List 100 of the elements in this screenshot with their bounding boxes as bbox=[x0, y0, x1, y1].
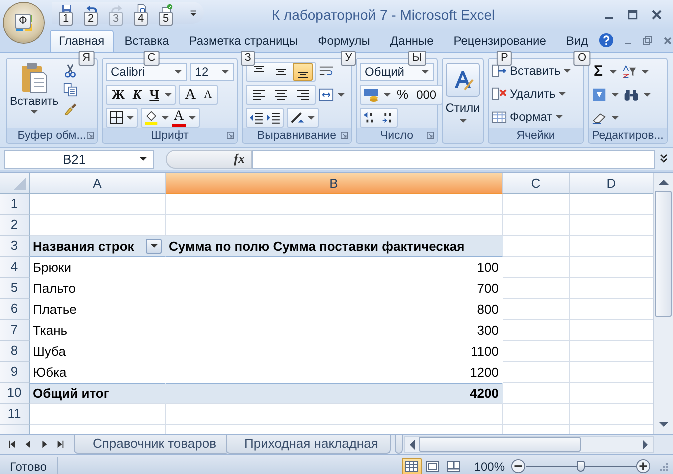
delete-cells-button[interactable]: Удалить bbox=[492, 84, 580, 104]
sheet-tab[interactable]: Приходная накладная bbox=[226, 435, 392, 454]
insert-function-button[interactable]: fx bbox=[234, 151, 245, 167]
zoom-slider[interactable] bbox=[526, 458, 636, 474]
paste-button[interactable]: Вставить bbox=[10, 62, 59, 128]
caret-icon[interactable] bbox=[612, 92, 619, 98]
caret-icon[interactable] bbox=[162, 116, 169, 120]
caret-icon[interactable] bbox=[127, 116, 134, 120]
sort-filter-icon[interactable] bbox=[622, 65, 638, 79]
cut-icon[interactable] bbox=[62, 64, 78, 78]
row-header[interactable]: 6 bbox=[0, 299, 30, 320]
number-format-field[interactable]: Общий bbox=[360, 63, 434, 81]
close-icon[interactable] bbox=[662, 34, 673, 46]
italic-button[interactable]: К bbox=[130, 86, 145, 104]
sheet-tab[interactable]: Справочник товаров bbox=[74, 435, 230, 454]
font-size-field[interactable]: 12 bbox=[190, 63, 234, 81]
caret-icon[interactable] bbox=[610, 70, 618, 74]
percent-button[interactable]: % bbox=[394, 86, 412, 104]
ribbon-tab[interactable]: Формулы bbox=[309, 30, 380, 52]
ribbon-tab[interactable]: Главная bbox=[50, 30, 114, 52]
align-bottom-button[interactable] bbox=[293, 63, 313, 81]
bold-button[interactable]: Ж bbox=[109, 86, 128, 104]
font-name-field[interactable]: Calibri bbox=[106, 63, 188, 81]
caret-icon[interactable] bbox=[308, 116, 315, 120]
maximize-icon[interactable] bbox=[627, 9, 639, 21]
row-header[interactable]: 5 bbox=[0, 278, 30, 299]
expand-icon[interactable] bbox=[659, 154, 669, 164]
row-header[interactable]: 2 bbox=[0, 215, 30, 236]
scroll-left-icon[interactable] bbox=[409, 440, 415, 450]
zoom-level[interactable]: 100% bbox=[474, 460, 505, 474]
zoom-out-icon[interactable] bbox=[511, 459, 526, 474]
autosum-button[interactable]: Σ bbox=[592, 63, 606, 81]
resize-grip-icon[interactable] bbox=[659, 462, 669, 472]
underline-button[interactable]: Ч bbox=[146, 86, 162, 104]
row-header[interactable]: 7 bbox=[0, 320, 30, 341]
brush-icon[interactable] bbox=[62, 102, 78, 116]
format-cells-button[interactable]: Формат bbox=[492, 107, 580, 127]
eraser-icon[interactable] bbox=[592, 111, 607, 125]
next-sheet-icon[interactable] bbox=[40, 440, 49, 449]
copy-icon[interactable] bbox=[62, 83, 78, 97]
decrease-indent-icon[interactable] bbox=[249, 111, 264, 125]
row-header[interactable]: 4 bbox=[0, 257, 30, 278]
ribbon-tab[interactable]: Вставка bbox=[116, 30, 178, 52]
dialog-launcher-icon[interactable] bbox=[427, 132, 434, 139]
zoom-in-icon[interactable] bbox=[636, 459, 651, 474]
ribbon-tab[interactable]: Рецензирование bbox=[444, 30, 556, 52]
text-orientation-icon[interactable] bbox=[290, 111, 305, 125]
formula-input-field[interactable] bbox=[252, 150, 655, 168]
column-header[interactable]: C bbox=[503, 173, 570, 194]
binoculars-icon[interactable] bbox=[624, 88, 639, 102]
ribbon-tab[interactable]: Вид bbox=[557, 30, 598, 52]
customize-caret-icon[interactable] bbox=[189, 8, 198, 18]
row-header[interactable]: 10 bbox=[0, 383, 30, 404]
scroll-up-icon[interactable] bbox=[658, 179, 668, 185]
row-header[interactable]: 11 bbox=[0, 404, 30, 425]
previous-sheet-icon[interactable] bbox=[24, 440, 33, 449]
caret-icon[interactable] bbox=[165, 92, 172, 98]
filter-dropdown-button[interactable] bbox=[146, 238, 162, 254]
column-header[interactable]: D bbox=[570, 173, 653, 194]
column-header[interactable]: B bbox=[166, 173, 503, 194]
grow-font-button[interactable]: A bbox=[182, 86, 200, 104]
key-tip: Р bbox=[497, 51, 512, 66]
close-icon[interactable] bbox=[651, 9, 663, 21]
scroll-right-icon[interactable] bbox=[643, 440, 649, 450]
caret-icon[interactable] bbox=[384, 92, 391, 98]
dialog-launcher-icon[interactable] bbox=[227, 132, 234, 139]
caret-icon[interactable] bbox=[612, 116, 619, 120]
styles-button[interactable]: Стили bbox=[443, 59, 483, 143]
caret-icon[interactable] bbox=[642, 70, 650, 74]
row-header[interactable]: 3 bbox=[0, 236, 30, 257]
increase-indent-icon[interactable] bbox=[266, 111, 281, 125]
zoom-slider-thumb[interactable] bbox=[577, 460, 585, 472]
vertical-scrollbar[interactable] bbox=[653, 173, 673, 434]
dialog-launcher-icon[interactable] bbox=[341, 132, 348, 139]
borders-icon[interactable] bbox=[109, 111, 124, 125]
help-icon[interactable] bbox=[599, 33, 614, 48]
restore-icon[interactable] bbox=[642, 34, 654, 46]
last-sheet-icon[interactable] bbox=[56, 440, 65, 449]
normal-view-button[interactable] bbox=[402, 458, 422, 474]
ribbon-tab[interactable]: Данные bbox=[381, 30, 443, 52]
thousands-separator-button[interactable]: 000 bbox=[414, 86, 440, 104]
row-header[interactable]: 9 bbox=[0, 362, 30, 383]
currency-icon[interactable] bbox=[363, 88, 381, 102]
merge-cells-icon[interactable] bbox=[319, 88, 334, 102]
caret-icon[interactable] bbox=[189, 116, 196, 120]
row-header[interactable]: 1 bbox=[0, 194, 30, 215]
horizontal-scrollbar[interactable] bbox=[404, 436, 654, 453]
scroll-down-icon[interactable] bbox=[658, 422, 668, 428]
caret-icon[interactable] bbox=[644, 92, 651, 98]
dialog-launcher-icon[interactable] bbox=[87, 132, 94, 139]
cell-text: Пальто bbox=[33, 280, 76, 296]
fill-down-icon[interactable] bbox=[592, 88, 607, 102]
caret-icon[interactable] bbox=[338, 92, 345, 98]
name-box[interactable]: B21 bbox=[4, 150, 154, 168]
first-sheet-icon[interactable] bbox=[8, 440, 17, 449]
row-header[interactable]: 8 bbox=[0, 341, 30, 362]
column-header[interactable]: A bbox=[30, 173, 166, 194]
ribbon-tab[interactable]: Разметка страницы bbox=[180, 30, 308, 52]
shrink-font-button[interactable]: A bbox=[201, 86, 216, 104]
fill-color-icon[interactable] bbox=[144, 111, 159, 125]
